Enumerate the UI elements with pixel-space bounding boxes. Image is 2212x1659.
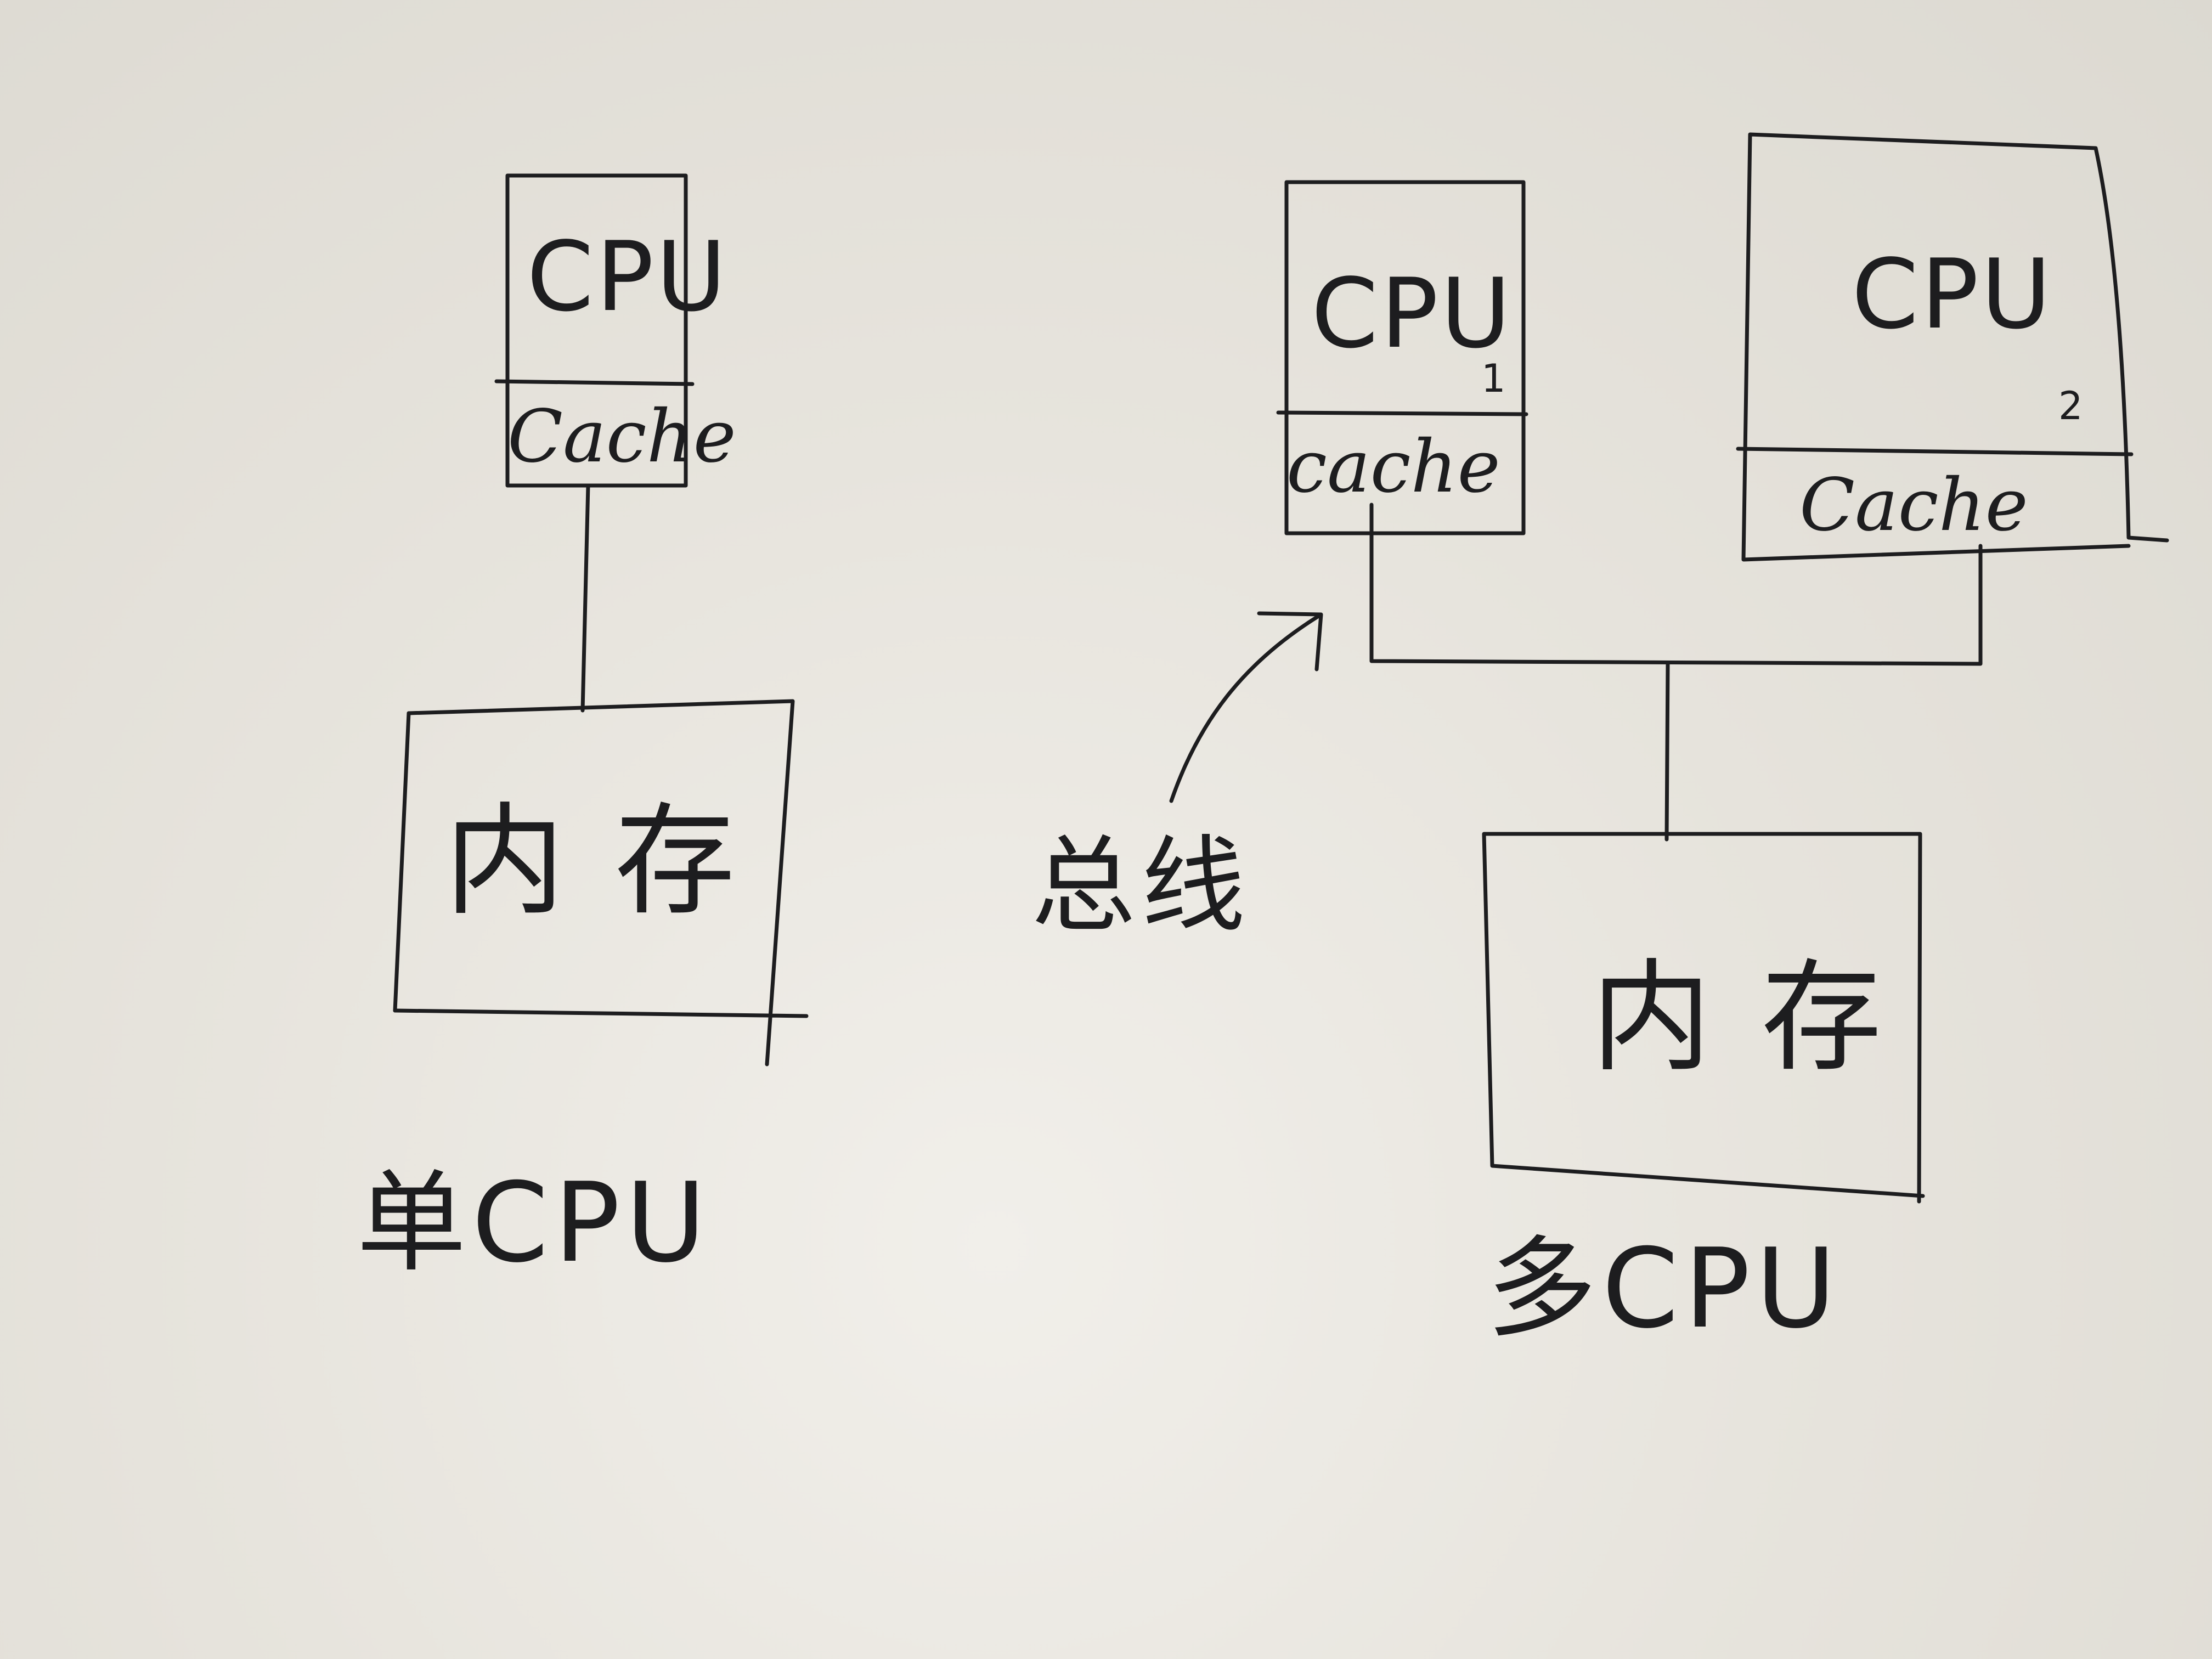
multi-memory-label: 内存	[1591, 947, 1932, 1088]
cpu2-label: CPU	[1852, 239, 2053, 351]
single-cpu-label: CPU	[527, 222, 729, 333]
single-cache-label: Cache	[507, 394, 736, 479]
cpu2-cache-divider	[1736, 447, 2134, 456]
single-cpu-memory-link	[580, 483, 590, 713]
bus-memory-link	[1664, 662, 1670, 842]
bus-label: 总线	[1031, 825, 1251, 946]
bus-arrow-shaft	[1169, 613, 1322, 803]
multi-cpu-caption: 多CPU	[1487, 1225, 1842, 1353]
cpu2-cache-label: Cache	[1799, 463, 2028, 548]
cpu1-label: CPU	[1311, 258, 1513, 370]
cpu1-subscript: 1	[1481, 356, 1506, 401]
single-cpu-cache-divider	[494, 379, 695, 386]
cpu1-cache-label: cache	[1286, 425, 1500, 509]
single-memory-label: 内存	[444, 791, 785, 932]
single-memory-box-left	[393, 711, 411, 1013]
cpu2-subscript: 2	[2058, 383, 2083, 428]
cpu1-cache-divider	[1276, 410, 1528, 416]
single-cpu-caption: 单CPU	[357, 1159, 712, 1287]
